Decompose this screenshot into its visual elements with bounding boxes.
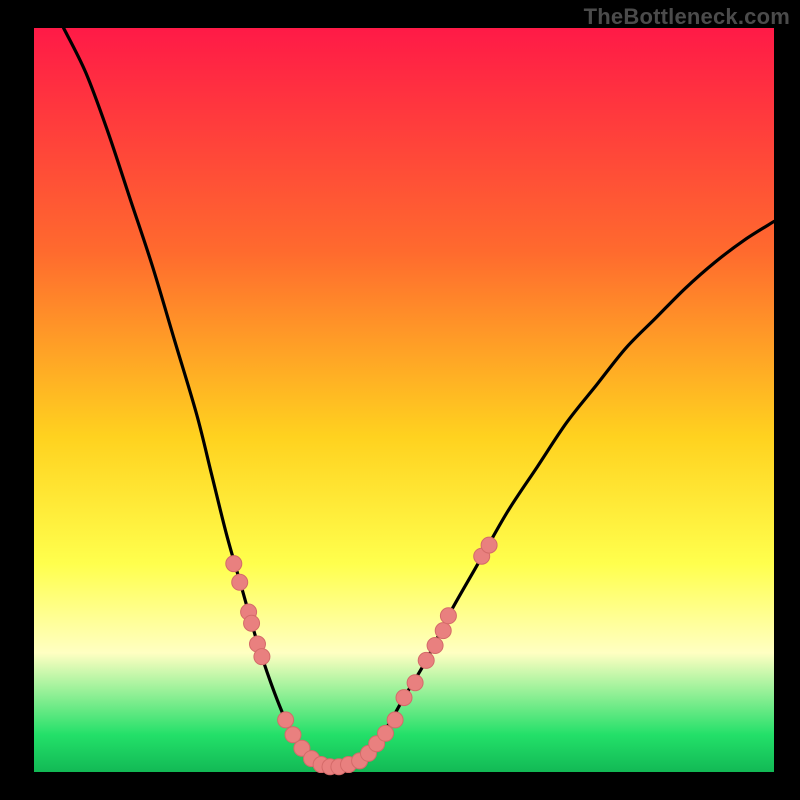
curve-marker [278, 712, 294, 728]
curve-marker [418, 652, 434, 668]
curve-marker [254, 649, 270, 665]
curve-marker [396, 690, 412, 706]
curve-marker [427, 638, 443, 654]
watermark-text: TheBottleneck.com [584, 4, 790, 30]
curve-marker [387, 712, 403, 728]
bottleneck-chart [0, 0, 800, 800]
curve-marker [244, 615, 260, 631]
curve-marker [226, 556, 242, 572]
curve-marker [481, 537, 497, 553]
curve-marker [378, 725, 394, 741]
plot-area [34, 28, 774, 772]
curve-marker [407, 675, 423, 691]
curve-marker [435, 623, 451, 639]
chart-stage: TheBottleneck.com [0, 0, 800, 800]
curve-marker [440, 608, 456, 624]
curve-marker [232, 574, 248, 590]
